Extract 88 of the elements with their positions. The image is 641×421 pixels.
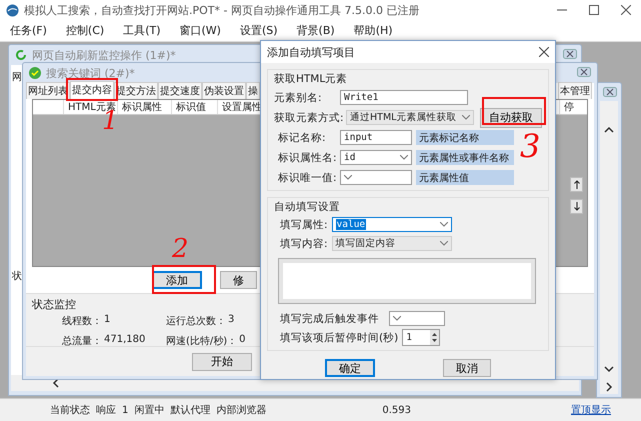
menu-item[interactable]: 背景(B) bbox=[296, 23, 335, 38]
add-button[interactable]: 添加 bbox=[152, 271, 202, 289]
close-icon[interactable] bbox=[539, 47, 549, 57]
input-field[interactable]: input bbox=[340, 130, 412, 145]
arrow-down-icon bbox=[574, 202, 580, 211]
dialog-title: 添加自动填写项目 bbox=[267, 44, 355, 60]
spin-arrows-icon[interactable] bbox=[430, 330, 440, 345]
stat-value: 1 bbox=[104, 314, 110, 327]
hint-label: 元素属性值 bbox=[416, 170, 514, 185]
window-title: 网页自动刷新监控操作 (1#)* bbox=[32, 48, 176, 62]
move-down-button[interactable] bbox=[570, 199, 583, 214]
highlight-frame bbox=[66, 78, 118, 101]
number-spinner[interactable]: 1 bbox=[402, 329, 440, 346]
status-text: 当前状态 bbox=[50, 404, 90, 417]
status-text: 1 bbox=[122, 404, 128, 416]
field-label: 元素别名: bbox=[274, 90, 323, 104]
scroll-down-icon[interactable] bbox=[604, 364, 614, 374]
status-text: 内部浏览器 bbox=[216, 404, 266, 417]
highlight-frame bbox=[152, 265, 216, 294]
status-reading: 0.593 bbox=[382, 404, 412, 416]
stat-value: 471,180 bbox=[104, 334, 146, 347]
close-icon[interactable] bbox=[621, 5, 631, 15]
highlight-frame bbox=[482, 97, 546, 125]
menu-item[interactable]: 控制(C) bbox=[66, 23, 104, 38]
tab[interactable]: 伪装设置 bbox=[202, 82, 246, 99]
field-label: 填写属性: bbox=[280, 218, 328, 232]
menu-item[interactable]: 帮助(H) bbox=[354, 23, 393, 38]
menu-item[interactable]: 窗口(W) bbox=[180, 23, 221, 38]
ok-button[interactable]: 确定 bbox=[325, 359, 375, 377]
maximize-icon[interactable] bbox=[589, 5, 599, 15]
status-text: 响应 bbox=[96, 404, 116, 417]
field-label: 填写该项后暂停时间(秒) bbox=[280, 330, 398, 344]
group-title: 获取HTML元素 bbox=[274, 72, 348, 86]
menu-item[interactable]: 工具(T) bbox=[123, 23, 160, 38]
edit-button[interactable]: 修 bbox=[220, 271, 257, 289]
move-up-button[interactable] bbox=[570, 177, 583, 192]
column-header: 标识值 bbox=[171, 100, 217, 114]
dropdown[interactable]: id bbox=[340, 150, 412, 165]
dropdown[interactable]: 通过HTML元素属性获取 bbox=[346, 110, 474, 125]
stat-label: 运行总次数： bbox=[166, 314, 226, 328]
status-text: 默认代理 bbox=[170, 404, 210, 417]
stat-label: 总流量： bbox=[62, 334, 102, 348]
app-icon bbox=[6, 4, 19, 16]
hint-label: 元素属性或事件名称 bbox=[416, 150, 514, 165]
field-label: 填写完成后触发事件 bbox=[280, 312, 379, 326]
column-header: 停 bbox=[559, 100, 587, 114]
stat-value: 3 bbox=[228, 314, 234, 327]
group-title: 状 bbox=[11, 270, 23, 284]
scroll-up-icon[interactable] bbox=[604, 125, 614, 135]
close-icon[interactable] bbox=[577, 66, 591, 76]
stat-label: 网速(比特/秒)： bbox=[166, 334, 238, 348]
pin-on-top-link[interactable]: 置顶显示 bbox=[571, 403, 611, 417]
tab[interactable]: 提交内容 bbox=[70, 81, 114, 99]
handwritten-number: 2 bbox=[172, 236, 189, 262]
scroll-right-icon[interactable] bbox=[604, 382, 614, 392]
column-header: 标识属性 bbox=[117, 100, 171, 114]
dropdown[interactable]: value bbox=[332, 217, 452, 232]
refresh-icon bbox=[15, 49, 27, 61]
field-label: 标识唯一值: bbox=[277, 170, 336, 184]
scroll-left-icon[interactable] bbox=[51, 378, 61, 388]
cancel-button[interactable]: 取消 bbox=[443, 359, 491, 377]
status-text: 闲置中 bbox=[134, 404, 164, 417]
field-label: 获取元素方式: bbox=[274, 110, 342, 124]
hint-label: 元素标记名称 bbox=[416, 130, 514, 145]
stat-label: 线程数： bbox=[62, 314, 102, 328]
tab[interactable]: 本管理 bbox=[558, 82, 592, 99]
check-circle-icon bbox=[29, 67, 41, 79]
field-label: 填写内容: bbox=[280, 236, 328, 250]
window-title: 模拟人工搜索，自动查找打开网站.POT* - 网页自动操作通用工具 7.5.0.0 已注册 bbox=[24, 2, 420, 18]
stat-value: 0 bbox=[239, 334, 246, 347]
tab[interactable]: 提交速度 bbox=[158, 82, 202, 99]
menu-item[interactable]: 任务(F) bbox=[10, 23, 47, 38]
start-button[interactable]: 开始 bbox=[192, 352, 252, 370]
arrow-up-icon bbox=[574, 180, 580, 189]
tab[interactable]: 网 bbox=[11, 67, 22, 87]
input-field[interactable]: Write1 bbox=[340, 90, 468, 105]
field-label: 标识属性名: bbox=[277, 150, 336, 164]
menu-item[interactable]: 设置(S) bbox=[240, 23, 278, 38]
field-label: 标记名称: bbox=[277, 130, 327, 144]
close-icon[interactable] bbox=[563, 48, 577, 58]
dropdown[interactable]: 填写固定内容 bbox=[332, 236, 452, 251]
handwritten-number: 3 bbox=[520, 130, 540, 162]
group-title: 自动填写设置 bbox=[274, 200, 341, 214]
dropdown[interactable] bbox=[340, 170, 412, 185]
window-title: 搜索关键词 (2#)* bbox=[46, 66, 135, 80]
group-title: 状态监控 bbox=[32, 297, 77, 312]
tab[interactable]: 操 bbox=[246, 82, 260, 99]
close-icon[interactable] bbox=[603, 87, 617, 97]
